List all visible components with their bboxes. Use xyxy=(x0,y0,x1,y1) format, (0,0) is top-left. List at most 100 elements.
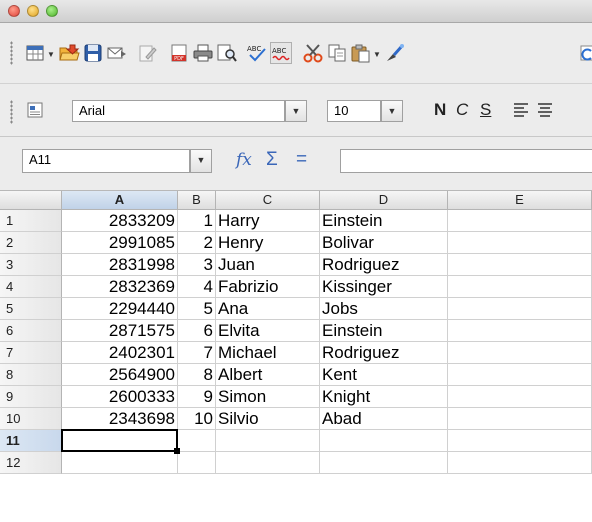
print-icon[interactable] xyxy=(192,42,214,64)
cell-d6[interactable]: Einstein xyxy=(320,320,448,342)
spellcheck-icon[interactable]: ABC xyxy=(246,42,268,64)
cell-d10[interactable]: Abad xyxy=(320,408,448,430)
cell-b4[interactable]: 4 xyxy=(178,276,216,298)
cell-a6[interactable]: 2871575 xyxy=(62,320,178,342)
cut-icon[interactable] xyxy=(302,42,324,64)
cell-e10[interactable] xyxy=(448,408,592,430)
row-header-2[interactable]: 2 xyxy=(0,232,62,254)
cell-a3[interactable]: 2831998 xyxy=(62,254,178,276)
styles-and-formatting-icon[interactable] xyxy=(24,99,46,121)
cell-e12[interactable] xyxy=(448,452,592,474)
column-header-b[interactable]: B xyxy=(178,191,216,210)
column-header-c[interactable]: C xyxy=(216,191,320,210)
cell-d8[interactable]: Kent xyxy=(320,364,448,386)
column-header-e[interactable]: E xyxy=(448,191,592,210)
toolbar-grip[interactable] xyxy=(10,41,13,65)
row-header-1[interactable]: 1 xyxy=(0,210,62,232)
spreadsheet-grid[interactable]: A B C D E 1 2833209 1 Harry Einstein 2 2991085 2 Henr… xyxy=(0,191,592,522)
cell-a2[interactable]: 2991085 xyxy=(62,232,178,254)
paste-icon[interactable] xyxy=(350,42,372,64)
cell-a7[interactable]: 2402301 xyxy=(62,342,178,364)
cell-a8[interactable]: 2564900 xyxy=(62,364,178,386)
row-header-11[interactable]: 11 xyxy=(0,430,62,452)
cell-b1[interactable]: 1 xyxy=(178,210,216,232)
cell-d5[interactable]: Jobs xyxy=(320,298,448,320)
align-left-icon[interactable] xyxy=(510,98,532,120)
cell-e2[interactable] xyxy=(448,232,592,254)
cell-b12[interactable] xyxy=(178,452,216,474)
row-header-4[interactable]: 4 xyxy=(0,276,62,298)
open-folder-icon[interactable] xyxy=(58,42,80,64)
email-icon[interactable] xyxy=(106,42,128,64)
cell-a5[interactable]: 2294440 xyxy=(62,298,178,320)
cell-a4[interactable]: 2832369 xyxy=(62,276,178,298)
cell-b5[interactable]: 5 xyxy=(178,298,216,320)
bold-button[interactable]: N xyxy=(434,100,446,120)
autofill-handle[interactable] xyxy=(174,448,180,454)
cell-e6[interactable] xyxy=(448,320,592,342)
row-header-3[interactable]: 3 xyxy=(0,254,62,276)
font-size-dropdown-button[interactable]: ▼ xyxy=(381,100,403,122)
cell-c7[interactable]: Michael xyxy=(216,342,320,364)
zoom-window-button[interactable] xyxy=(46,5,58,17)
cell-c6[interactable]: Elvita xyxy=(216,320,320,342)
cell-a9[interactable]: 2600333 xyxy=(62,386,178,408)
cell-d12[interactable] xyxy=(320,452,448,474)
cell-e1[interactable] xyxy=(448,210,592,232)
cell-d3[interactable]: Rodriguez xyxy=(320,254,448,276)
row-header-12[interactable]: 12 xyxy=(0,452,62,474)
autospellcheck-icon[interactable]: ABC xyxy=(270,42,292,64)
paste-dropdown-arrow-icon[interactable]: ▼ xyxy=(373,50,381,59)
font-size-input[interactable]: 10 xyxy=(327,100,381,122)
cell-e5[interactable] xyxy=(448,298,592,320)
row-header-8[interactable]: 8 xyxy=(0,364,62,386)
copy-icon[interactable] xyxy=(326,42,348,64)
cell-c4[interactable]: Fabrizio xyxy=(216,276,320,298)
new-document-icon[interactable] xyxy=(24,42,46,64)
cell-b9[interactable]: 9 xyxy=(178,386,216,408)
cell-b8[interactable]: 8 xyxy=(178,364,216,386)
font-name-dropdown-button[interactable]: ▼ xyxy=(285,100,307,122)
name-box[interactable]: A11 xyxy=(22,149,190,173)
cell-c8[interactable]: Albert xyxy=(216,364,320,386)
row-header-10[interactable]: 10 xyxy=(0,408,62,430)
clone-formatting-icon[interactable] xyxy=(384,42,406,64)
cell-c9[interactable]: Simon xyxy=(216,386,320,408)
cell-a11[interactable] xyxy=(62,430,178,452)
cell-c10[interactable]: Silvio xyxy=(216,408,320,430)
cell-d9[interactable]: Knight xyxy=(320,386,448,408)
cell-b11[interactable] xyxy=(178,430,216,452)
cell-e4[interactable] xyxy=(448,276,592,298)
cell-c3[interactable]: Juan xyxy=(216,254,320,276)
export-pdf-icon[interactable]: PDF xyxy=(168,42,190,64)
new-dropdown-arrow-icon[interactable]: ▼ xyxy=(47,50,55,59)
close-window-button[interactable] xyxy=(8,5,20,17)
cell-c11[interactable] xyxy=(216,430,320,452)
edit-file-icon[interactable] xyxy=(136,42,158,64)
cell-a12[interactable] xyxy=(62,452,178,474)
cell-e8[interactable] xyxy=(448,364,592,386)
formula-input[interactable] xyxy=(340,149,592,173)
cell-d11[interactable] xyxy=(320,430,448,452)
cell-c12[interactable] xyxy=(216,452,320,474)
row-header-7[interactable]: 7 xyxy=(0,342,62,364)
row-header-5[interactable]: 5 xyxy=(0,298,62,320)
cell-a1[interactable]: 2833209 xyxy=(62,210,178,232)
minimize-window-button[interactable] xyxy=(27,5,39,17)
cell-e3[interactable] xyxy=(448,254,592,276)
toolbar-grip[interactable] xyxy=(10,100,13,124)
cell-d4[interactable]: Kissinger xyxy=(320,276,448,298)
cell-a10[interactable]: 2343698 xyxy=(62,408,178,430)
align-center-icon[interactable] xyxy=(534,98,556,120)
row-header-6[interactable]: 6 xyxy=(0,320,62,342)
cell-b3[interactable]: 3 xyxy=(178,254,216,276)
function-equals-icon[interactable]: = xyxy=(296,149,307,171)
cell-e11[interactable] xyxy=(448,430,592,452)
name-box-dropdown-button[interactable]: ▼ xyxy=(190,149,212,173)
cell-e7[interactable] xyxy=(448,342,592,364)
font-name-input[interactable]: Arial xyxy=(72,100,285,122)
italic-button[interactable]: C xyxy=(456,100,468,120)
cell-b6[interactable]: 6 xyxy=(178,320,216,342)
function-wizard-icon[interactable]: fx xyxy=(236,150,252,170)
cell-c5[interactable]: Ana xyxy=(216,298,320,320)
